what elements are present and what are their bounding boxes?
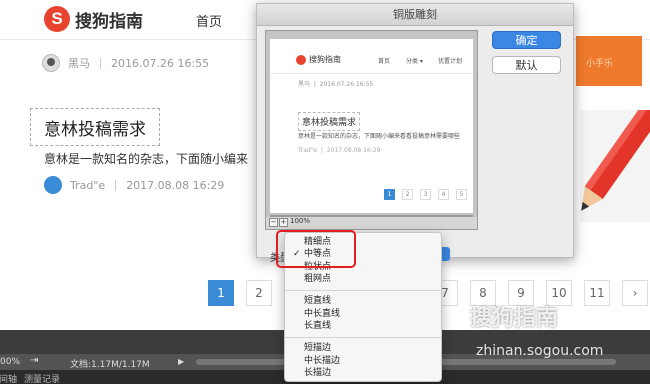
mezzotint-dialog: 铜版雕刻 搜狗指南 首页 分类 ▾ 优置计划 黑马 | 2016.07.26 1… bbox=[256, 3, 574, 258]
menu-item-long-lines[interactable]: 长直线 bbox=[304, 321, 331, 332]
menu-item-coarse-dots[interactable]: 粗网点 bbox=[304, 274, 331, 285]
next-page-button[interactable]: › bbox=[622, 280, 648, 306]
default-button[interactable]: 默认 bbox=[492, 56, 561, 74]
nav-home-link[interactable]: 首页 bbox=[196, 11, 222, 30]
watermark-url: zhinan.sogou.com bbox=[476, 343, 604, 359]
pencil-illustration-icon bbox=[580, 110, 650, 222]
preview-divider bbox=[270, 73, 473, 74]
status-menu-arrow-icon[interactable]: ▶ bbox=[178, 357, 184, 366]
annotation-highlight-box bbox=[276, 230, 356, 268]
preview-page-5: 5 bbox=[456, 189, 467, 200]
divider bbox=[115, 179, 117, 191]
menu-item-medium-strokes[interactable]: 中长描边 bbox=[304, 356, 340, 367]
source-row: Trad"e 2017.08.08 16:29 bbox=[44, 176, 224, 194]
preview-pagination: 1 2 3 4 5 bbox=[384, 189, 474, 200]
source-date: 2017.08.08 16:29 bbox=[126, 178, 225, 192]
article-title-box: 意林投稿需求 bbox=[30, 108, 160, 146]
page-button-1[interactable]: 1 bbox=[208, 280, 234, 306]
divider bbox=[100, 57, 101, 69]
sogou-logo-icon: S bbox=[44, 6, 70, 32]
preview-nav-category: 分类 ▾ bbox=[406, 58, 423, 65]
avatar[interactable] bbox=[42, 54, 60, 72]
watermark-logo: 搜狗指南 bbox=[470, 306, 559, 331]
page-button-2[interactable]: 2 bbox=[246, 280, 272, 306]
banner-text: 小手乐 bbox=[586, 59, 614, 69]
author-row: 黑马 2016.07.26 16:55 bbox=[42, 54, 209, 72]
preview-logo-icon bbox=[296, 54, 306, 65]
zoom-in-button[interactable]: + bbox=[279, 218, 288, 227]
menu-item-long-strokes[interactable]: 长描边 bbox=[304, 368, 331, 379]
zoom-level[interactable]: 00% bbox=[0, 357, 20, 367]
page-button-11[interactable]: 11 bbox=[584, 280, 610, 306]
preview-page-4: 4 bbox=[438, 189, 449, 200]
author-name[interactable]: 黑马 bbox=[68, 55, 90, 71]
preview-zoom-controls: − + 100% bbox=[266, 217, 477, 229]
document-info: 文档:1.17M/1.17M bbox=[70, 360, 150, 370]
article-description: 意林是一款知名的杂志，下面随小编来 bbox=[44, 152, 249, 166]
preview-description: 意林是一款知名的杂志，下面随小编来看看投稿意林需要哪些 bbox=[298, 133, 461, 140]
export-icon[interactable]: ⇥ bbox=[30, 355, 38, 366]
menu-item-short-strokes[interactable]: 短描边 bbox=[304, 343, 331, 354]
ok-button[interactable]: 确定 bbox=[492, 31, 561, 49]
side-banner[interactable]: 小手乐 bbox=[576, 36, 642, 86]
menu-item-short-lines[interactable]: 短直线 bbox=[304, 296, 331, 307]
zoom-out-button[interactable]: − bbox=[269, 218, 278, 227]
tab-timeline[interactable]: 时间轴 bbox=[0, 372, 17, 384]
preview-title: 意林投稿需求 bbox=[298, 112, 361, 131]
filter-preview[interactable]: 搜狗指南 首页 分类 ▾ 优置计划 黑马 | 2016.07.26 16:55 … bbox=[265, 30, 478, 230]
dialog-title: 铜版雕刻 bbox=[257, 4, 573, 26]
pagination-left: 1 2 bbox=[208, 280, 284, 308]
source-name[interactable]: Trad"e bbox=[70, 179, 105, 192]
publish-date: 2016.07.26 16:55 bbox=[111, 56, 210, 70]
logo-text: 搜狗指南 bbox=[75, 11, 143, 32]
preview-source: Trad"e | 2017.08.08 16:29 bbox=[298, 147, 381, 154]
preview-page: 搜狗指南 首页 分类 ▾ 优置计划 黑马 | 2016.07.26 16:55 … bbox=[270, 39, 473, 213]
preview-nav-plan: 优置计划 bbox=[438, 58, 463, 65]
source-logo-icon bbox=[44, 176, 62, 194]
site-logo[interactable]: S 搜狗指南 bbox=[44, 6, 143, 32]
tab-measurement-log[interactable]: 测量记录 bbox=[24, 372, 60, 384]
preview-page-3: 3 bbox=[420, 189, 431, 200]
menu-divider bbox=[285, 290, 441, 291]
preview-page-1: 1 bbox=[384, 189, 395, 200]
preview-page-2: 2 bbox=[402, 189, 413, 200]
preview-nav-home: 首页 bbox=[378, 58, 391, 65]
article-title: 意林投稿需求 bbox=[44, 119, 146, 140]
menu-item-medium-lines[interactable]: 中长直线 bbox=[304, 309, 340, 320]
preview-zoom-value: 100% bbox=[290, 217, 311, 225]
preview-logo: 搜狗指南 bbox=[296, 54, 341, 65]
preview-author: 黑马 | 2016.07.26 16:55 bbox=[298, 81, 374, 88]
menu-divider bbox=[285, 337, 441, 338]
